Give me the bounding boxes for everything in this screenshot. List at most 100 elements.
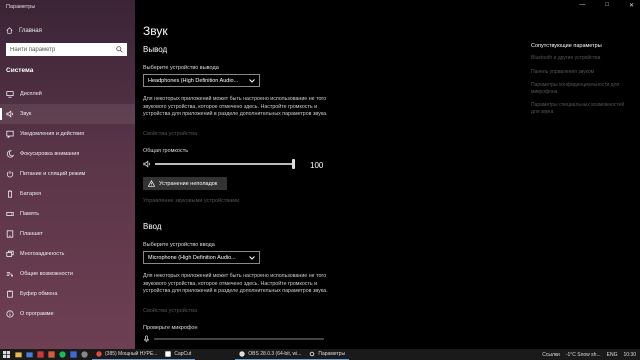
sidebar-item-about[interactable]: О программе <box>0 304 135 324</box>
minimize-button[interactable]: — <box>579 2 585 9</box>
links-toolbar[interactable]: Ссылки <box>542 352 560 358</box>
info-icon <box>6 310 14 318</box>
sidebar-item-power[interactable]: Питание и спящий режим <box>0 164 135 184</box>
related-link-sound-control-panel[interactable]: Панель управления звуком <box>531 69 631 76</box>
related-link-bluetooth[interactable]: Bluetooth и другие устройства <box>531 55 631 62</box>
home-icon <box>6 27 13 34</box>
file-explorer-icon[interactable] <box>15 351 22 358</box>
sidebar-item-label: Питание и спящий режим <box>20 171 86 177</box>
search-icon[interactable] <box>116 46 123 53</box>
sidebar-item-clipboard[interactable]: Буфер обмена <box>0 284 135 304</box>
sidebar-nav: Дисплей Звук Уведомления и действия Фоку… <box>0 84 135 324</box>
sidebar-item-battery[interactable]: Батарея <box>0 184 135 204</box>
system-tray: Ссылки -1°C Snow sh... ENG 10:30 <box>542 349 636 360</box>
sidebar-item-sound[interactable]: Звук <box>0 104 135 124</box>
volume-label: Общая громкость <box>143 148 189 154</box>
chevron-down-icon <box>249 255 255 260</box>
gear-icon <box>310 351 315 357</box>
sidebar-item-label: Планшет <box>20 231 44 237</box>
sidebar-item-storage[interactable]: Память <box>0 204 135 224</box>
tablet-icon <box>6 230 14 238</box>
sidebar-item-label: Многозадачность <box>20 251 65 257</box>
pinned-app-icon[interactable] <box>48 351 55 358</box>
taskbar-app-label: Параметры <box>318 351 346 357</box>
taskbar-app-settings[interactable]: Параметры <box>305 349 350 360</box>
output-device-value: Headphones (High Definition Audio... <box>148 77 239 84</box>
sidebar-item-multitasking[interactable]: Многозадачность <box>0 244 135 264</box>
weather-widget[interactable]: -1°C Snow sh... <box>566 352 601 358</box>
troubleshoot-label: Устранение неполадок <box>159 180 218 187</box>
taskbar: (385) Мощный НУРЕ... CapCut OBS 28.0.3 (… <box>0 349 640 360</box>
multitask-icon <box>6 250 14 257</box>
taskbar-app-label: (385) Мощный НУРЕ... <box>105 351 158 357</box>
taskbar-app-browser[interactable]: (385) Мощный НУРЕ... <box>92 349 162 360</box>
input-device-label: Выберите устройство ввода <box>143 242 215 248</box>
taskbar-app-label: CapCut <box>174 351 192 357</box>
related-settings: Сопутствующие параметры Bluetooth и друг… <box>531 43 631 122</box>
volume-slider-fill <box>155 163 295 165</box>
mic-level-track <box>154 338 324 340</box>
home-link[interactable]: Главная <box>6 27 42 34</box>
volume-slider[interactable] <box>143 159 295 169</box>
browser-icon <box>96 351 102 357</box>
taskbar-app-capcut[interactable]: CapCut <box>161 349 196 360</box>
store-icon[interactable] <box>26 351 33 358</box>
input-device-dropdown[interactable]: Microphone (High Definition Audio... <box>143 251 260 264</box>
output-device-properties-link[interactable]: Свойства устройства <box>143 131 197 137</box>
sidebar-item-label: Уведомления и действия <box>20 131 85 137</box>
home-label: Главная <box>19 27 42 34</box>
storage-icon <box>6 212 14 216</box>
troubleshoot-button[interactable]: Устранение неполадок <box>143 177 227 190</box>
volume-slider-thumb[interactable] <box>292 159 295 169</box>
sidebar-item-label: Фокусировка внимания <box>20 151 80 157</box>
notification-icon <box>6 130 14 138</box>
input-description: Для некоторых приложений может быть наст… <box>143 273 328 295</box>
sidebar-item-label: Батарея <box>20 191 42 197</box>
section-label-system: Система <box>6 67 34 74</box>
spotify-icon[interactable] <box>59 351 66 358</box>
sidebar-item-focus[interactable]: Фокусировка внимания <box>0 144 135 164</box>
speaker-icon[interactable] <box>143 160 151 168</box>
input-device-properties-link[interactable]: Свойства устройства <box>143 308 197 314</box>
clock[interactable]: 10:30 <box>623 352 636 358</box>
mic-test-label: Проверьте микрофон <box>143 325 198 331</box>
search-box[interactable] <box>6 43 127 56</box>
search-input[interactable] <box>10 46 110 53</box>
close-button[interactable]: ✕ <box>629 2 634 9</box>
page-title: Звук <box>143 24 168 38</box>
window-controls: — □ ✕ <box>579 2 634 9</box>
pinned-app-icon[interactable] <box>81 351 88 358</box>
sidebar-item-label: Дисплей <box>20 91 42 97</box>
sidebar-item-notifications[interactable]: Уведомления и действия <box>0 124 135 144</box>
related-settings-title: Сопутствующие параметры <box>531 43 602 49</box>
related-link-mic-privacy[interactable]: Параметры конфиденциальности для микрофо… <box>531 82 631 95</box>
power-icon <box>6 170 14 178</box>
maximize-button[interactable]: □ <box>605 2 609 9</box>
language-indicator[interactable]: ENG <box>607 352 618 358</box>
sidebar-item-shared[interactable]: Общие возможности <box>0 264 135 284</box>
pinned-app-icon[interactable] <box>70 351 77 358</box>
pinned-app-icon[interactable] <box>37 351 44 358</box>
main-content: — □ ✕ Звук Вывод Выберите устройство выв… <box>135 0 640 349</box>
output-heading: Вывод <box>143 45 168 54</box>
output-device-dropdown[interactable]: Headphones (High Definition Audio... <box>143 74 260 87</box>
manage-sound-devices-link[interactable]: Управление звуковыми устройствами <box>143 198 239 204</box>
sidebar-item-label: Общие возможности <box>20 271 73 277</box>
sidebar-item-label: О программе <box>20 311 54 317</box>
windows-logo-icon <box>3 351 10 358</box>
related-link-accessibility-audio[interactable]: Параметры специальных возможностей для з… <box>531 102 631 115</box>
sidebar-item-display[interactable]: Дисплей <box>0 84 135 104</box>
start-button[interactable] <box>2 350 11 359</box>
taskbar-app-obs[interactable]: OBS 28.0.3 (64-bit, wi... <box>235 349 306 360</box>
display-icon <box>6 91 14 98</box>
input-heading: Ввод <box>143 222 162 231</box>
clipboard-icon <box>7 290 13 298</box>
input-device-value: Microphone (High Definition Audio... <box>148 254 236 261</box>
mic-level-meter <box>143 335 324 343</box>
speaker-icon <box>6 110 13 118</box>
warning-icon <box>148 180 155 187</box>
sidebar-item-tablet[interactable]: Планшет <box>0 224 135 244</box>
taskbar-app-label: OBS 28.0.3 (64-bit, wi... <box>248 351 302 357</box>
window-title: Параметры <box>6 4 36 10</box>
volume-slider-track[interactable] <box>155 159 295 169</box>
